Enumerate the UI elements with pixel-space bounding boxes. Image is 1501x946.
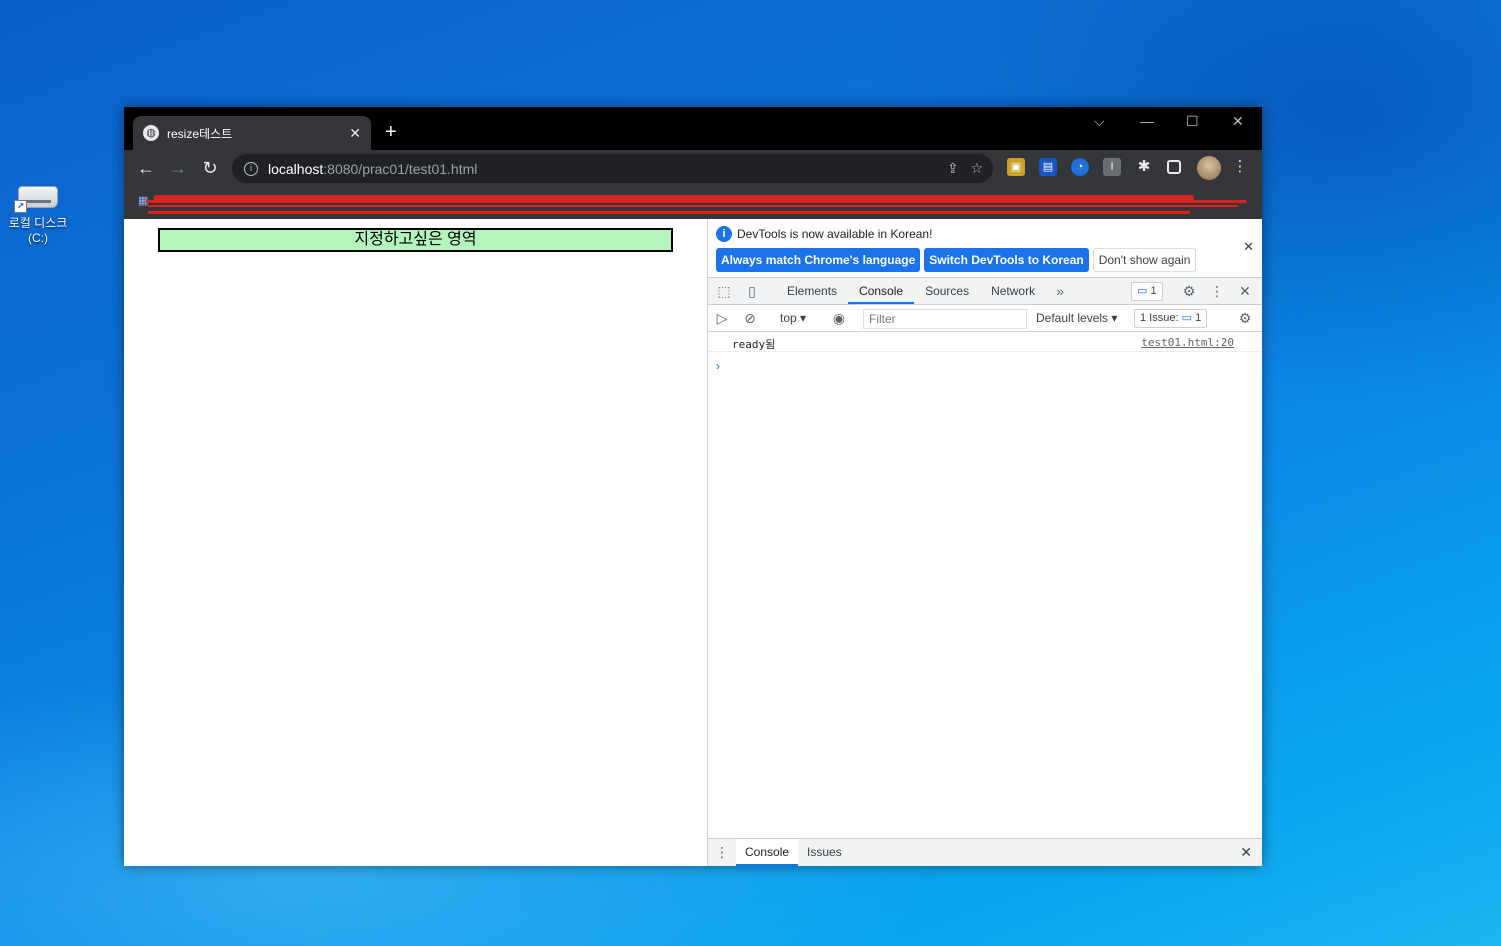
tab-search-icon[interactable]: ⌵ — [1094, 113, 1105, 130]
devtools-drawer: ⋮ Console Issues ✕ — [708, 838, 1262, 866]
tab-close-icon[interactable]: ✕ — [349, 125, 361, 142]
redaction-line — [148, 211, 1190, 214]
console-settings-icon[interactable]: ⚙ — [1231, 305, 1259, 331]
tab-resize-test[interactable]: ◍ resize테스트 ✕ — [133, 116, 371, 150]
extension-sync-icon[interactable]: ◔ — [1071, 158, 1089, 176]
bookmarks-bar-redacted: ▦ — [124, 187, 1262, 219]
maximize-button[interactable]: ☐ — [1186, 113, 1199, 130]
site-info-icon[interactable]: i — [244, 161, 258, 176]
devtools-menu-icon[interactable]: ⋮ — [1203, 278, 1231, 304]
info-icon: i — [716, 226, 732, 242]
drawer-close-icon[interactable]: ✕ — [1240, 844, 1252, 861]
new-tab-button[interactable]: + — [385, 121, 397, 144]
web-page: 지정하고싶은 영역 — [124, 219, 707, 866]
sidebar-toggle-icon[interactable]: ▷ — [708, 305, 736, 331]
title-bar: ◍ resize테스트 ✕ + ⌵ — ☐ ✕ — [124, 107, 1262, 150]
redaction-line — [146, 200, 1246, 203]
log-message: ready됨 — [732, 338, 776, 351]
tab-console[interactable]: Console — [848, 278, 915, 304]
context-label: top — [780, 311, 797, 325]
clear-console-icon[interactable]: ⊘ — [736, 305, 764, 331]
live-expression-eye-icon[interactable]: ◉ — [825, 305, 853, 331]
issues-count: 1 — [1195, 312, 1202, 324]
extension-save-icon[interactable]: ▤ — [1039, 158, 1057, 176]
drawer-tab-console[interactable]: Console — [736, 839, 799, 866]
window-close-button[interactable]: ✕ — [1232, 113, 1244, 130]
forward-button[interactable]: → — [162, 158, 194, 179]
console-prompt[interactable]: › — [716, 359, 720, 373]
tab-sources[interactable]: Sources — [914, 278, 980, 304]
viewport: 지정하고싶은 영역 i DevTools is now available in… — [124, 219, 1262, 866]
reload-button[interactable]: ↻ — [194, 158, 226, 179]
console-filter-input[interactable] — [863, 309, 1027, 329]
redaction-line — [148, 205, 1238, 207]
url-host: localhost — [268, 160, 324, 177]
issues-label: 1 Issue: — [1140, 312, 1179, 324]
browser-window: ◍ resize테스트 ✕ + ⌵ — ☐ ✕ ← → ↻ i localhos… — [124, 107, 1262, 866]
minimize-button[interactable]: — — [1140, 113, 1154, 129]
infobar-close-icon[interactable]: ✕ — [1243, 239, 1254, 255]
devtools-tab-strip: ⬚ ▯ Elements Console Sources Network » ▭… — [708, 278, 1262, 305]
log-levels-dropdown[interactable]: Default levels ▾ — [1036, 311, 1117, 325]
drawer-menu-icon[interactable]: ⋮ — [708, 839, 736, 866]
target-area-box: 지정하고싶은 영역 — [158, 228, 673, 252]
drawer-tab-issues[interactable]: Issues — [798, 839, 851, 866]
desktop-icon-local-disk[interactable]: ↗ 로컬 디스크 (C:) — [2, 186, 74, 246]
extensions-puzzle-icon[interactable]: ✱ — [1135, 158, 1153, 176]
console-issues-badge[interactable]: 1 Issue: ▭ 1 — [1134, 309, 1208, 328]
more-tabs-icon[interactable]: » — [1046, 278, 1074, 304]
share-and-bookmark-icons[interactable]: ⇪ ☆ — [947, 160, 983, 177]
devtools-panel: i DevTools is now available in Korean! A… — [707, 219, 1262, 866]
profile-avatar[interactable] — [1197, 156, 1221, 180]
console-toolbar: ▷ ⊘ top ▾ ◉ Default levels ▾ 1 Issue: ▭ … — [708, 305, 1262, 332]
side-panel-icon[interactable] — [1167, 160, 1181, 174]
shortcut-arrow-icon: ↗ — [14, 200, 27, 213]
always-match-language-button[interactable]: Always match Chrome's language — [716, 248, 921, 272]
browser-toolbar: ← → ↻ i localhost:8080/prac01/test01.htm… — [124, 150, 1262, 187]
console-log-entry: ready됨 test01.html:20 — [708, 332, 1262, 352]
url-path: :8080/prac01/test01.html — [323, 160, 478, 177]
dont-show-again-button[interactable]: Don't show again — [1092, 248, 1197, 272]
inspect-element-icon[interactable]: ⬚ — [710, 278, 738, 304]
extension-image-icon[interactable]: ▣ — [1007, 158, 1025, 176]
issues-badge[interactable]: ▭ 1 — [1131, 282, 1163, 301]
levels-label: Default levels — [1036, 311, 1109, 325]
address-bar[interactable]: i localhost:8080/prac01/test01.html ⇪ ☆ — [232, 154, 993, 183]
message-icon: ▭ — [1181, 312, 1192, 324]
context-selector[interactable]: top ▾ — [780, 311, 806, 325]
back-button[interactable]: ← — [130, 158, 162, 179]
message-icon: ▭ — [1137, 285, 1148, 297]
globe-icon: ◍ — [143, 125, 159, 141]
infobar-message: DevTools is now available in Korean! — [737, 227, 933, 241]
devtools-close-icon[interactable]: ✕ — [1231, 278, 1259, 304]
settings-gear-icon[interactable]: ⚙ — [1175, 278, 1203, 304]
tab-network[interactable]: Network — [980, 278, 1046, 304]
issues-badge-count: 1 — [1150, 285, 1157, 297]
switch-to-korean-button[interactable]: Switch DevTools to Korean — [924, 248, 1089, 272]
language-infobar: i DevTools is now available in Korean! A… — [708, 219, 1262, 278]
desktop-icon-label: 로컬 디스크 (C:) — [8, 216, 68, 245]
device-toolbar-icon[interactable]: ▯ — [738, 278, 766, 304]
log-source-link[interactable]: test01.html:20 — [1141, 336, 1234, 349]
tab-elements[interactable]: Elements — [776, 278, 848, 304]
extension-i-icon[interactable]: I — [1103, 158, 1121, 176]
tab-title: resize테스트 — [167, 126, 233, 141]
menu-kebab-icon[interactable]: ⋮ — [1231, 158, 1249, 176]
